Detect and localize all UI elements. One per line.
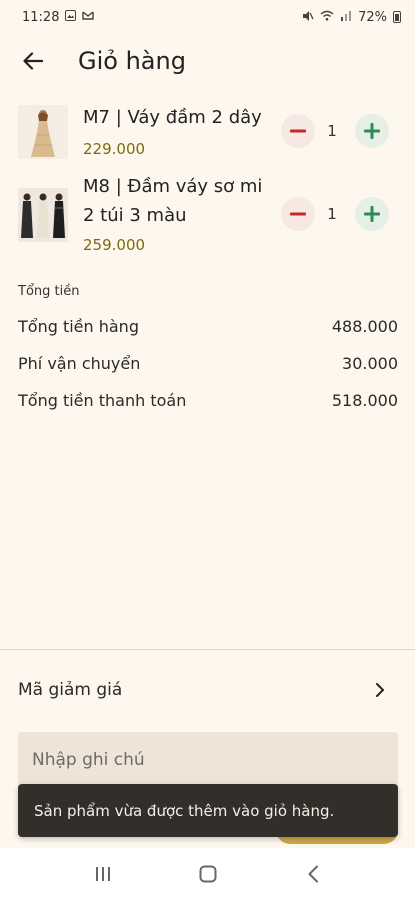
product-thumbnail[interactable] (18, 105, 68, 159)
summary-value: 30.000 (342, 354, 398, 373)
decrease-quantity-button[interactable] (281, 197, 315, 231)
back-icon (308, 865, 318, 883)
product-name: M8 | Đầm váy sơ mi (83, 176, 263, 197)
summary-label: Tổng tiền thanh toán (18, 391, 187, 410)
increase-quantity-button[interactable] (355, 197, 389, 231)
divider (0, 649, 415, 650)
battery-percent: 72% (358, 9, 387, 25)
quantity-value: 1 (327, 205, 337, 223)
summary-heading: Tổng tiền (18, 284, 80, 299)
snackbar: Sản phẩm vừa được thêm vào giỏ hàng. (18, 784, 398, 837)
increase-quantity-button[interactable] (355, 114, 389, 148)
home-button[interactable] (188, 854, 228, 894)
minus-icon (290, 129, 306, 133)
pinned-icon (82, 10, 95, 24)
product-price: 229.000 (83, 140, 146, 158)
app-bar: Giỏ hàng (0, 36, 415, 86)
summary-row-total: Tổng tiền thanh toán 518.000 (18, 391, 398, 410)
plus-icon (364, 123, 380, 139)
summary-row-shipping: Phí vận chuyển 30.000 (18, 354, 398, 373)
system-back-button[interactable] (293, 854, 333, 894)
quantity-value: 1 (327, 122, 337, 140)
page-title: Giỏ hàng (78, 47, 186, 75)
status-right: 72% (302, 10, 401, 25)
summary-value: 488.000 (331, 317, 398, 336)
wifi-icon (320, 10, 334, 24)
home-icon (199, 865, 216, 883)
minus-icon (290, 212, 306, 216)
plus-icon (364, 206, 380, 222)
battery-icon (393, 11, 401, 23)
product-price: 259.000 (83, 236, 146, 254)
summary-label: Tổng tiền hàng (18, 317, 139, 336)
note-input[interactable] (18, 732, 398, 788)
status-bar: 11:28 72% (0, 0, 415, 34)
cart-item[interactable]: M8 | Đầm váy sơ mi 2 túi 3 màu 259.000 1 (0, 172, 415, 262)
product-thumbnail[interactable] (18, 188, 68, 242)
status-time: 11:28 (22, 9, 60, 25)
signal-icon (340, 10, 352, 24)
decrease-quantity-button[interactable] (281, 114, 315, 148)
recents-button[interactable] (83, 854, 123, 894)
recents-icon (95, 867, 110, 881)
summary-value: 518.000 (331, 391, 398, 410)
status-left: 11:28 (22, 9, 95, 25)
summary-row-subtotal: Tổng tiền hàng 488.000 (18, 317, 398, 336)
back-button[interactable] (18, 46, 48, 76)
gallery-icon (65, 10, 77, 24)
summary-label: Phí vận chuyển (18, 354, 141, 373)
mute-icon (302, 10, 314, 25)
cart-item[interactable]: M7 | Váy đầm 2 dây 229.000 1 (0, 98, 415, 168)
discount-code-label: Mã giảm giá (18, 680, 123, 700)
chevron-right-icon (376, 683, 384, 697)
system-nav-bar (0, 848, 415, 900)
product-name: M7 | Váy đầm 2 dây (83, 107, 262, 128)
product-name-line2: 2 túi 3 màu (83, 205, 187, 226)
arrow-left-icon (23, 52, 43, 70)
discount-code-row[interactable]: Mã giảm giá (0, 668, 415, 712)
snackbar-message: Sản phẩm vừa được thêm vào giỏ hàng. (34, 801, 335, 820)
